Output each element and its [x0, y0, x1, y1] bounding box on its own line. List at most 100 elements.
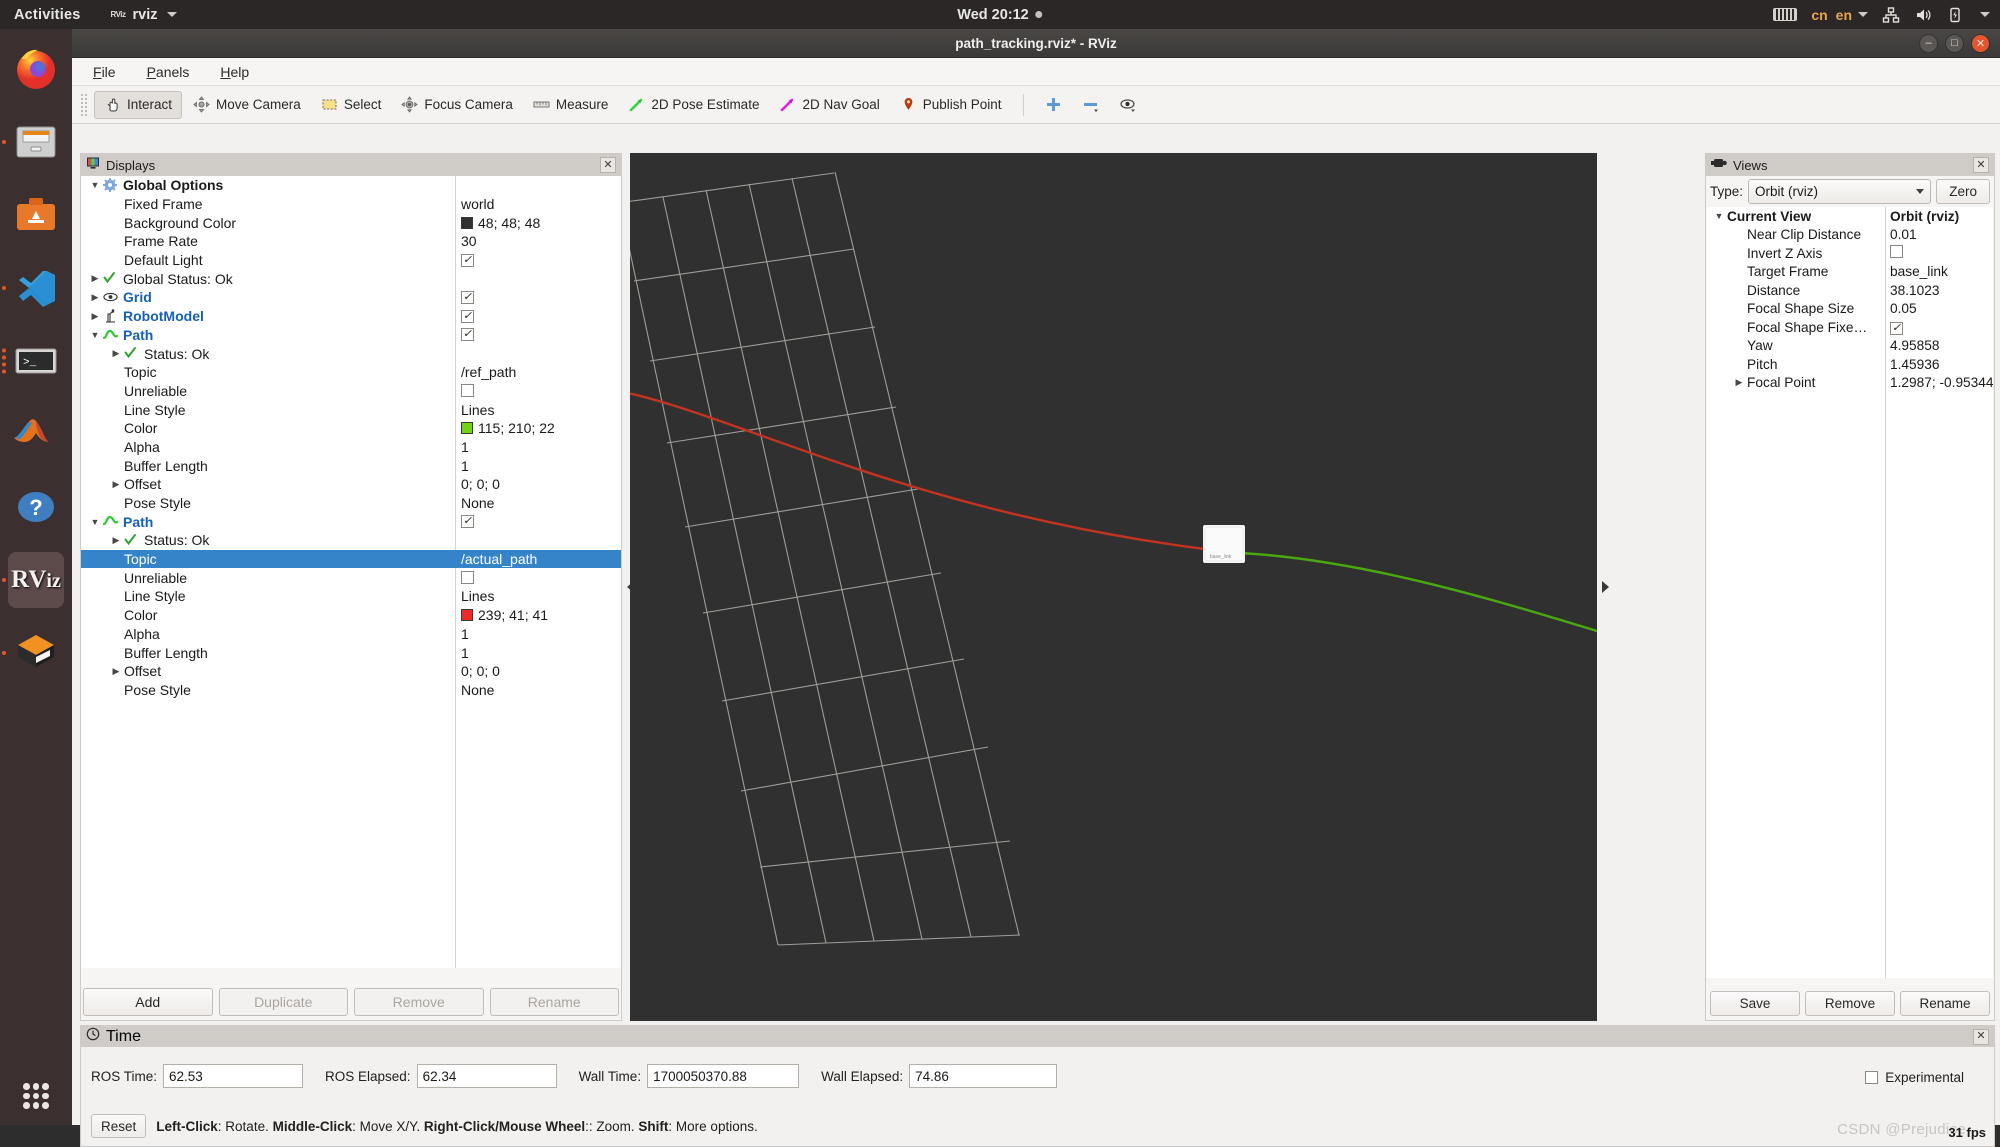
displays-row-value[interactable]: /actual_path: [461, 551, 537, 567]
displays-row[interactable]: Color 239; 41; 41: [81, 606, 621, 625]
duplicate-button[interactable]: Duplicate: [218, 988, 348, 1016]
displays-row-value[interactable]: Lines: [461, 588, 494, 604]
displays-row[interactable]: Line Style Lines: [81, 587, 621, 606]
displays-row-checkbox[interactable]: [461, 384, 474, 398]
close-icon[interactable]: ✕: [1973, 157, 1989, 173]
views-row-checkbox[interactable]: [1890, 245, 1903, 261]
minimize-button[interactable]: –: [1919, 33, 1938, 53]
expander-down-icon[interactable]: ▼: [89, 180, 101, 190]
views-row-value[interactable]: 0.05: [1890, 301, 1917, 316]
displays-row-value[interactable]: 1: [461, 458, 469, 474]
tool-2d-pose-estimate[interactable]: 2D Pose Estimate: [619, 91, 768, 119]
save-button[interactable]: Save: [1710, 991, 1800, 1016]
zero-button[interactable]: Zero: [1936, 178, 1990, 204]
toolbar-grip[interactable]: [80, 92, 88, 117]
expander-right-icon[interactable]: ▶: [110, 479, 122, 490]
displays-row-value[interactable]: world: [461, 196, 494, 212]
tool-publish-point[interactable]: Publish Point: [891, 91, 1011, 119]
displays-row[interactable]: ▼ Path ✓: [81, 326, 621, 345]
view-tool-button[interactable]: [1110, 91, 1145, 119]
dock-item-ubuntu-software[interactable]: [8, 187, 64, 243]
dock-item-matlab[interactable]: [8, 406, 64, 462]
displays-row[interactable]: Frame Rate 30: [81, 232, 621, 251]
views-row[interactable]: Yaw 4.95858: [1707, 337, 1993, 356]
right-splitter[interactable]: [1597, 153, 1613, 1021]
displays-row-value[interactable]: /ref_path: [461, 364, 516, 380]
displays-row[interactable]: Alpha 1: [81, 438, 621, 457]
displays-row[interactable]: Topic/ref_path: [81, 363, 621, 382]
ime-lang-label[interactable]: en: [1836, 7, 1852, 23]
dock-item-vscode[interactable]: [2, 260, 64, 316]
collapse-right-icon[interactable]: [1601, 581, 1609, 593]
views-row[interactable]: Invert Z Axis: [1707, 244, 1993, 263]
displays-row[interactable]: ▶ Status: Ok: [81, 344, 621, 363]
views-tree[interactable]: ▼ Current View Orbit (rviz) Near Clip Dista…: [1707, 207, 1993, 978]
displays-row-value[interactable]: 0; 0; 0: [461, 663, 500, 679]
views-row[interactable]: ▼ Current View Orbit (rviz): [1707, 207, 1993, 226]
displays-row[interactable]: ▶ Offset 0; 0; 0: [81, 662, 621, 681]
rename-button[interactable]: Rename: [489, 988, 619, 1016]
expander-right-icon[interactable]: ▶: [1733, 377, 1745, 388]
tool-2d-nav-goal[interactable]: 2D Nav Goal: [770, 91, 888, 119]
displays-row-value[interactable]: None: [461, 495, 494, 511]
displays-row[interactable]: Pose Style None: [81, 681, 621, 700]
tool-interact[interactable]: Interact: [94, 90, 183, 119]
rename-view-button[interactable]: Rename: [1900, 991, 1990, 1016]
displays-row[interactable]: Pose Style None: [81, 494, 621, 513]
displays-row[interactable]: Alpha 1: [81, 625, 621, 644]
displays-row-selected[interactable]: Topic/actual_path: [81, 549, 621, 569]
dock-item-terminal[interactable]: >_: [2, 333, 64, 389]
reset-button[interactable]: Reset: [91, 1114, 147, 1138]
displays-row[interactable]: ▶ RobotModel ✓: [81, 307, 621, 326]
displays-row[interactable]: ▶ Status: Ok: [81, 531, 621, 550]
displays-row[interactable]: Color 115; 210; 22: [81, 419, 621, 438]
dock-item-files[interactable]: [2, 114, 64, 170]
view-type-combobox[interactable]: Orbit (rviz): [1748, 178, 1932, 204]
displays-row-checkbox[interactable]: [461, 571, 474, 585]
expander-right-icon[interactable]: ▶: [89, 311, 101, 322]
displays-row[interactable]: ▼ Global Options: [81, 176, 621, 195]
displays-row-value[interactable]: 1: [461, 626, 469, 642]
experimental-row[interactable]: Experimental: [1865, 1070, 1964, 1085]
render-view-3d[interactable]: base_link: [630, 153, 1597, 1021]
remove-view-button[interactable]: Remove: [1805, 991, 1895, 1016]
system-status-area[interactable]: cn en: [1773, 6, 1990, 24]
dock-item-help[interactable]: ?: [8, 479, 64, 535]
maximize-button[interactable]: □: [1945, 33, 1964, 53]
time-field-input[interactable]: 62.34: [416, 1064, 557, 1088]
displays-row-value[interactable]: None: [461, 682, 494, 698]
displays-row[interactable]: Background Color 48; 48; 48: [81, 213, 621, 232]
menu-help[interactable]: Help: [216, 62, 253, 82]
displays-row[interactable]: ▶ Grid ✓: [81, 288, 621, 307]
dock-item-rviz[interactable]: RViz: [2, 552, 64, 608]
displays-row-checkbox[interactable]: ✓: [461, 309, 474, 323]
expander-right-icon[interactable]: ▶: [110, 348, 122, 359]
displays-row-checkbox[interactable]: ✓: [461, 253, 474, 267]
menu-file[interactable]: File: [89, 62, 120, 82]
displays-row-color-value[interactable]: 239; 41; 41: [461, 607, 548, 623]
close-icon[interactable]: ✕: [1973, 1028, 1989, 1045]
views-row-value[interactable]: Orbit (rviz): [1890, 209, 1959, 224]
displays-tree[interactable]: ▼ Global Options Fixed Frame world Backgroun…: [81, 176, 621, 968]
views-row[interactable]: Near Clip Distance 0.01: [1707, 226, 1993, 245]
time-field-input[interactable]: 62.53: [163, 1064, 304, 1088]
displays-row-value[interactable]: 1: [461, 439, 469, 455]
chevron-down-icon[interactable]: [1980, 12, 1990, 17]
expander-right-icon[interactable]: ▶: [89, 292, 101, 303]
displays-row[interactable]: Fixed Frame world: [81, 195, 621, 214]
views-row[interactable]: ▶Focal Point 1.2987; -0.95344; -4.8705: [1707, 374, 1993, 393]
time-field-input[interactable]: 1700050370.88: [647, 1064, 800, 1088]
views-row-value[interactable]: base_link: [1890, 264, 1948, 279]
show-applications-button[interactable]: [0, 1083, 72, 1109]
tool-move-camera[interactable]: Move Camera: [184, 91, 310, 119]
views-row-value[interactable]: 4.95858: [1890, 338, 1939, 353]
activities-button[interactable]: Activities: [14, 7, 80, 23]
dock-item-gazebo[interactable]: [2, 625, 64, 681]
displays-row-value[interactable]: 0; 0; 0: [461, 476, 500, 492]
displays-row[interactable]: Buffer Length 1: [81, 456, 621, 475]
clock-button[interactable]: Wed 20:12: [957, 7, 1043, 23]
views-row-value[interactable]: 1.45936: [1890, 357, 1939, 372]
views-row[interactable]: Focal Shape Size 0.05: [1707, 300, 1993, 319]
displays-row-checkbox[interactable]: ✓: [461, 515, 474, 529]
expander-down-icon[interactable]: ▼: [1713, 211, 1725, 221]
